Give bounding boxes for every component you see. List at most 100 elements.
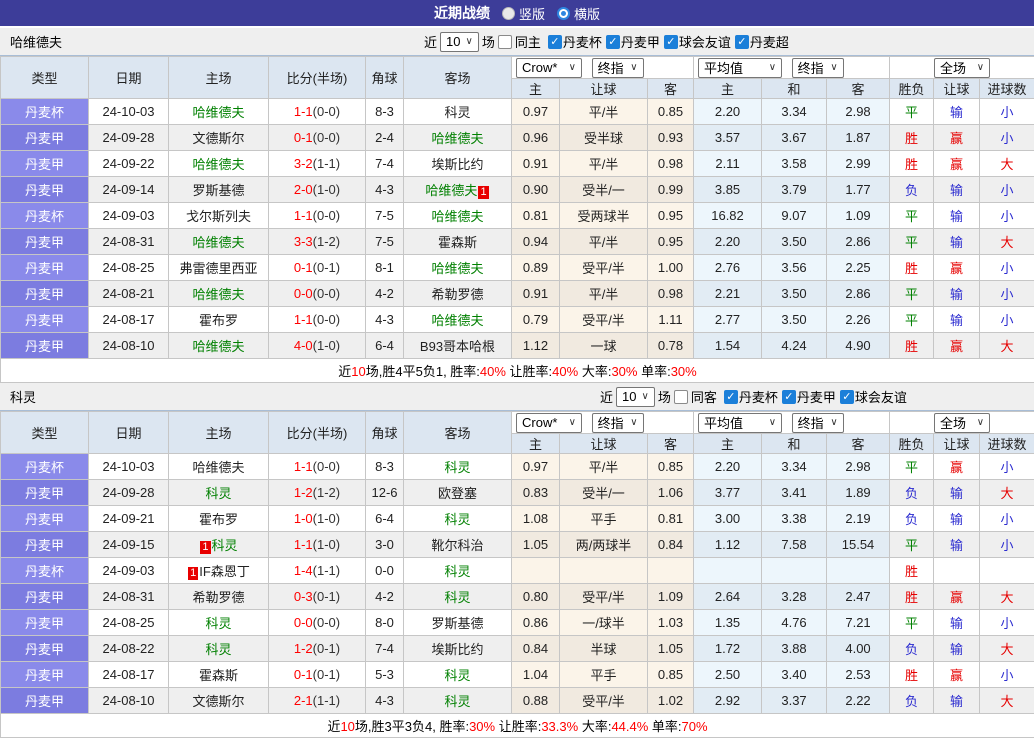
bookmaker-dropdown-group: Crow*∨ 终指∨ <box>512 57 694 79</box>
league-checkbox[interactable]: ✓ <box>782 390 796 404</box>
team-name-text: 哈维德夫 <box>192 287 244 302</box>
match-row: 丹麦甲24-08-31希勒罗德0-3(0-1)4-2科灵0.80受平/半1.09… <box>1 584 1034 610</box>
result-handicap-cell: 赢 <box>934 662 980 688</box>
home-team-cell: 霍布罗 <box>169 506 269 532</box>
score-cell: 0-0(0-0) <box>269 281 366 307</box>
league-checkbox[interactable]: ✓ <box>606 35 620 49</box>
halftime-score: (0-1) <box>313 641 340 656</box>
result-goals-cell: 小 <box>980 281 1034 307</box>
crow-away-odds-cell: 0.85 <box>648 662 694 688</box>
final-odds-select-2[interactable]: 终指∨ <box>792 413 844 433</box>
home-team-cell: 文德斯尔 <box>169 125 269 151</box>
crow-home-odds-cell: 0.96 <box>512 125 560 151</box>
summary-segment: 单率: <box>648 719 681 734</box>
average-odds-select[interactable]: 平均值∨ <box>698 413 782 433</box>
league-cell: 丹麦杯 <box>1 99 89 125</box>
games-label: 场 <box>658 387 671 406</box>
final-odds-select[interactable]: 终指∨ <box>592 58 644 78</box>
crow-away-odds-cell <box>648 558 694 584</box>
away-team-cell: 科灵 <box>404 99 512 125</box>
match-row: 丹麦甲24-09-14罗斯基德2-0(1-0)4-3哈维德夫10.90受半/一0… <box>1 177 1034 203</box>
corner-cell: 0-0 <box>366 558 404 584</box>
results-table: 类型 日期 主场 比分(半场) 角球 客场 Crow*∨ 终指∨ 平均值∨ 终指… <box>0 56 1034 383</box>
team-name-text: 哈维德夫 <box>425 183 477 198</box>
halftime-score: (1-0) <box>313 511 340 526</box>
match-row: 丹麦杯24-09-031IF森恩丁1-4(1-1)0-0科灵胜 <box>1 558 1034 584</box>
avg-home-odds-cell: 3.00 <box>694 506 762 532</box>
league-checkbox[interactable]: ✓ <box>548 35 562 49</box>
crow-home-odds-cell: 1.05 <box>512 532 560 558</box>
result-goals-cell: 小 <box>980 454 1034 480</box>
average-odds-select[interactable]: 平均值∨ <box>698 58 782 78</box>
summary-segment: 70% <box>682 719 708 734</box>
league-cell: 丹麦甲 <box>1 688 89 714</box>
final-odds-select-2[interactable]: 终指∨ <box>792 58 844 78</box>
match-row: 丹麦甲24-09-21霍布罗1-0(1-0)6-4科灵1.08平手0.813.0… <box>1 506 1034 532</box>
result-handicap-cell: 输 <box>934 203 980 229</box>
halftime-score: (1-2) <box>313 234 340 249</box>
result-goals-cell: 小 <box>980 203 1034 229</box>
avg-home-odds-cell: 2.92 <box>694 688 762 714</box>
league-checkbox[interactable]: ✓ <box>724 390 738 404</box>
result-wdl-cell: 平 <box>890 99 934 125</box>
avg-away-odds-cell: 1.09 <box>827 203 890 229</box>
page-title: 近期战绩 <box>434 3 490 23</box>
summary-segment: 大率: <box>578 719 611 734</box>
home-team-cell: 戈尔斯列夫 <box>169 203 269 229</box>
dropdown-chevron-icon: ∨ <box>569 417 576 428</box>
league-checkbox[interactable]: ✓ <box>840 390 854 404</box>
summary-segment: 近 <box>338 364 351 379</box>
final-odds-select[interactable]: 终指∨ <box>592 413 644 433</box>
match-row: 丹麦甲24-09-22哈维德夫3-2(1-1)7-4埃斯比约0.91平/半0.9… <box>1 151 1034 177</box>
date-cell: 24-08-22 <box>89 636 169 662</box>
scope-select-value: 全场 <box>940 413 966 432</box>
league-cell: 丹麦杯 <box>1 454 89 480</box>
avg-draw-odds-cell: 3.34 <box>762 454 827 480</box>
date-cell: 24-09-14 <box>89 177 169 203</box>
halftime-score: (1-0) <box>313 338 340 353</box>
result-wdl-cell: 胜 <box>890 333 934 359</box>
league-checkbox[interactable]: ✓ <box>735 35 749 49</box>
halftime-score: (0-0) <box>313 459 340 474</box>
dropdown-chevron-icon: ∨ <box>977 417 984 428</box>
bookmaker-select[interactable]: Crow*∨ <box>516 58 582 78</box>
avg-away-odds-cell: 4.00 <box>827 636 890 662</box>
avg-draw-odds-cell: 3.88 <box>762 636 827 662</box>
crow-away-odds-cell: 0.85 <box>648 99 694 125</box>
radio-horizontal-layout[interactable] <box>557 7 570 20</box>
filter-bar: 近 10 ∨ 场 同主 ✓丹麦杯✓丹麦甲✓球会友谊✓丹麦超 <box>424 28 792 55</box>
corner-cell: 5-3 <box>366 662 404 688</box>
matches-count-select[interactable]: 10 ∨ <box>440 32 479 52</box>
radio-vertical-layout[interactable] <box>502 7 515 20</box>
col-header-result-goals: 进球数 <box>980 434 1034 454</box>
date-cell: 24-08-17 <box>89 307 169 333</box>
halftime-score: (1-2) <box>313 485 340 500</box>
scope-select[interactable]: 全场∨ <box>934 58 990 78</box>
team-name-text: 科灵 <box>444 460 470 475</box>
col-header-crow-handicap: 让球 <box>560 434 648 454</box>
team-name-text: 科灵 <box>444 668 470 683</box>
avg-draw-odds-cell: 3.37 <box>762 688 827 714</box>
home-team-cell: 弗雷德里西亚 <box>169 255 269 281</box>
crow-handicap-cell: 受两球半 <box>560 203 648 229</box>
crow-away-odds-cell: 1.03 <box>648 610 694 636</box>
summary-segment: 10 <box>340 719 354 734</box>
avg-away-odds-cell: 2.99 <box>827 151 890 177</box>
home-team-cell: 哈维德夫 <box>169 151 269 177</box>
fulltime-score: 0-1 <box>294 130 313 145</box>
date-cell: 24-10-03 <box>89 454 169 480</box>
average-dropdown-group: 平均值∨ 终指∨ <box>694 57 890 79</box>
avg-away-odds-cell: 1.89 <box>827 480 890 506</box>
col-header-home: 主场 <box>169 412 269 454</box>
corner-cell: 6-4 <box>366 333 404 359</box>
matches-count-select[interactable]: 10 ∨ <box>616 387 655 407</box>
result-goals-cell: 大 <box>980 229 1034 255</box>
crow-handicap-cell: 受平/半 <box>560 307 648 333</box>
same-side-checkbox[interactable] <box>498 35 512 49</box>
same-side-checkbox[interactable] <box>674 390 688 404</box>
league-checkbox[interactable]: ✓ <box>664 35 678 49</box>
crow-away-odds-cell: 1.09 <box>648 584 694 610</box>
team-name-text: 霍布罗 <box>199 313 238 328</box>
scope-select[interactable]: 全场 ∨ <box>934 413 990 433</box>
bookmaker-select[interactable]: Crow*∨ <box>516 413 582 433</box>
